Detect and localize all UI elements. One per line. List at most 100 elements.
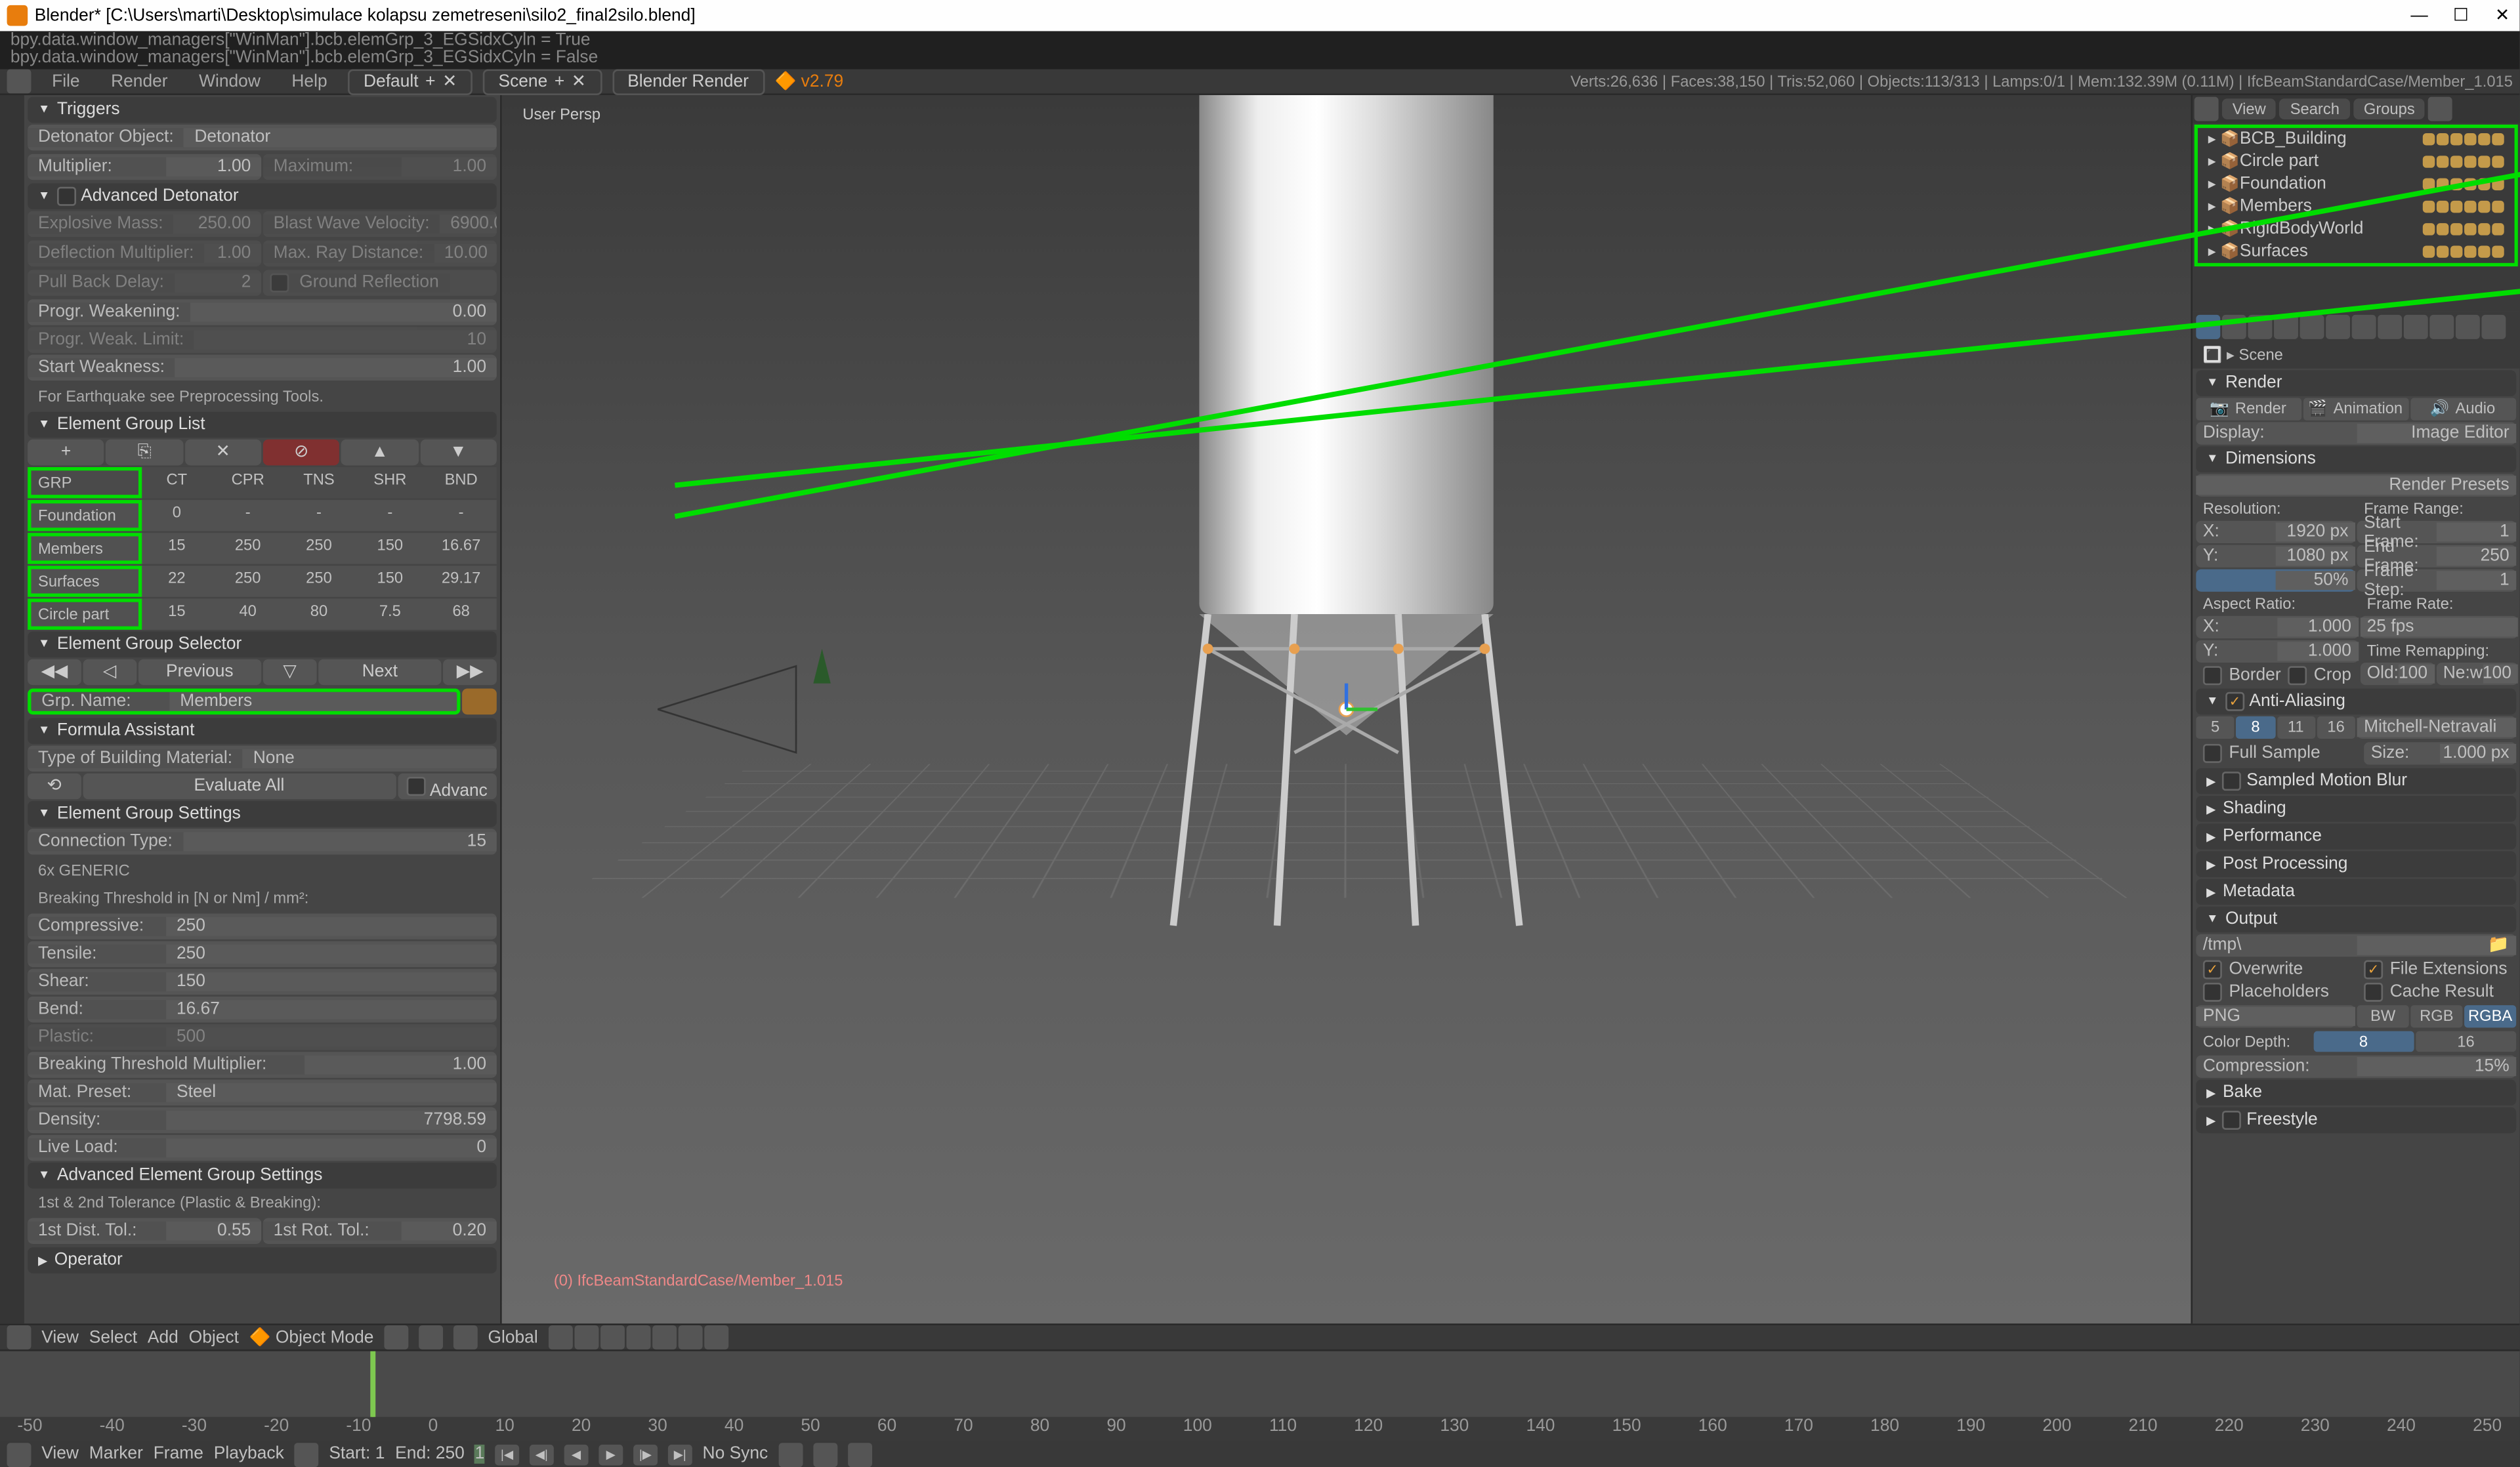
egl-row[interactable]: Members1525025015016.67 <box>28 533 497 564</box>
render-button[interactable]: 📷 Render <box>2196 398 2301 421</box>
egl-row[interactable]: Circle part1540807.568 <box>28 598 497 629</box>
menu-file[interactable]: File <box>41 72 90 91</box>
play-reverse-button[interactable]: ◀ <box>564 1444 589 1465</box>
material-type-dropdown[interactable]: None <box>243 749 497 768</box>
egl-clear-button[interactable]: ⊘ <box>263 440 340 466</box>
tab-physics[interactable] <box>2481 315 2506 339</box>
adv-det-checkbox[interactable] <box>57 187 76 206</box>
outliner-filter-icon[interactable] <box>2429 97 2453 121</box>
display-dropdown[interactable]: Image Editor <box>2356 424 2516 443</box>
outliner-item[interactable]: ▸ 📦 Circle part <box>2201 150 2511 173</box>
conn-type-field[interactable]: 15 <box>183 832 497 851</box>
jump-end-button[interactable]: ▶| <box>668 1444 692 1465</box>
outliner-view-menu[interactable]: View <box>2222 98 2277 119</box>
bend-field[interactable]: 16.67 <box>166 1000 497 1019</box>
timeline-editor-icon[interactable] <box>7 1442 32 1466</box>
keyframe-next-button[interactable]: |▶ <box>633 1444 658 1465</box>
outliner-display-dropdown[interactable]: Groups <box>2353 98 2425 119</box>
mat-preset-dropdown[interactable]: Steel <box>166 1083 497 1102</box>
egs-next-button[interactable]: Next <box>318 659 442 686</box>
layout-dropdown[interactable]: Default + ✕ <box>348 68 472 94</box>
outliner-editor-icon[interactable] <box>2194 97 2219 121</box>
tab-constraints[interactable] <box>2326 315 2350 339</box>
formula-header[interactable]: Formula Assistant <box>28 718 497 744</box>
egl-copy-button[interactable]: ⎘ <box>106 440 183 466</box>
timeline-cursor[interactable] <box>372 1351 374 1416</box>
editor-type-icon[interactable] <box>7 69 32 93</box>
fps-dropdown[interactable]: 25 fps <box>2360 617 2518 636</box>
menu-render[interactable]: Render <box>100 72 178 91</box>
grp-name-field[interactable]: Members <box>169 692 457 711</box>
outliner-item[interactable]: ▸ 📦 Surfaces <box>2201 241 2511 263</box>
audio-button[interactable]: 🔊 Audio <box>2410 398 2516 421</box>
start-weakness-field[interactable]: 1.00 <box>175 358 497 377</box>
tab-object[interactable] <box>2300 315 2324 339</box>
menu-help[interactable]: Help <box>282 72 338 91</box>
tab-data[interactable] <box>2378 315 2402 339</box>
minimize-button[interactable]: — <box>2409 5 2430 26</box>
outliner-item[interactable]: ▸ 📦 RigidBodyWorld <box>2201 218 2511 240</box>
tab-particles[interactable] <box>2456 315 2480 339</box>
res-pct-slider[interactable]: 50% <box>2276 571 2355 590</box>
progr-weakening-field[interactable]: 0.00 <box>190 302 497 321</box>
frame-step-field[interactable]: 1 <box>2437 571 2516 590</box>
egs-previous-button[interactable]: Previous <box>138 659 261 686</box>
left-tab-strip[interactable] <box>0 95 24 1323</box>
engine-dropdown[interactable]: Blender Render <box>612 68 764 94</box>
rot-tol-field[interactable]: 0.20 <box>402 1222 497 1241</box>
egl-up-button[interactable]: ▲ <box>341 440 418 466</box>
maximize-button[interactable]: ☐ <box>2450 5 2471 26</box>
3d-viewport[interactable]: User Persp (0) IfcBeamStandardCase/Membe… <box>502 95 2191 1323</box>
egl-add-button[interactable]: + <box>28 440 104 466</box>
plus-icon[interactable]: + <box>555 72 564 91</box>
timeline-track[interactable] <box>0 1351 2519 1416</box>
mode-dropdown[interactable]: 🔶 Object Mode <box>249 1328 374 1347</box>
tl-start-field[interactable]: 1 <box>375 1445 385 1464</box>
adv-detonator-header[interactable]: Advanced Detonator <box>28 184 497 210</box>
plus-icon[interactable]: + <box>425 72 435 91</box>
res-y-field[interactable]: 1080 px <box>2276 547 2355 566</box>
play-button[interactable]: ▶ <box>598 1444 623 1465</box>
egset-header[interactable]: Element Group Settings <box>28 801 497 827</box>
advanc-button[interactable]: Advanc <box>398 774 497 800</box>
compression-slider[interactable]: 15% <box>2356 1057 2516 1076</box>
outliner-search-menu[interactable]: Search <box>2280 98 2350 119</box>
viewport-editor-icon[interactable] <box>7 1325 32 1350</box>
grp-name-action-button[interactable] <box>462 689 497 715</box>
outliner-item[interactable]: ▸ 📦 BCB_Building <box>2201 128 2511 150</box>
aegs-header[interactable]: Advanced Element Group Settings <box>28 1163 497 1189</box>
jump-start-button[interactable]: |◀ <box>495 1444 519 1465</box>
btm-field[interactable]: 1.00 <box>304 1056 497 1075</box>
animation-button[interactable]: 🎬 Animation <box>2303 398 2409 421</box>
formula-eval-icon[interactable]: ⟲ <box>28 774 81 800</box>
sync-dropdown[interactable]: No Sync <box>703 1445 768 1464</box>
compressive-field[interactable]: 250 <box>166 917 497 936</box>
start-frame-field[interactable]: 1 <box>2437 522 2516 541</box>
output-path-field[interactable]: /tmp\ <box>2196 936 2356 955</box>
close-button[interactable]: ✕ <box>2492 5 2513 26</box>
egs-prev-icon-button[interactable]: ◁ <box>83 659 136 686</box>
tensile-field[interactable]: 250 <box>166 945 497 964</box>
aa-filter-dropdown[interactable]: Mitchell-Netravali <box>2357 718 2517 737</box>
detonator-field[interactable]: Detonator <box>184 128 497 147</box>
egs-header[interactable]: Element Group Selector <box>28 632 497 658</box>
egl-row[interactable]: Foundation0---- <box>28 500 497 531</box>
evaluate-all-button[interactable]: Evaluate All <box>83 774 396 800</box>
egs-last-button[interactable]: ▶▶ <box>443 659 496 686</box>
density-field[interactable]: 7798.59 <box>166 1111 497 1130</box>
egl-down-button[interactable]: ▼ <box>420 440 497 466</box>
egs-dropdown-button[interactable]: ▽ <box>263 659 316 686</box>
format-dropdown[interactable]: PNG <box>2196 1007 2355 1026</box>
shear-field[interactable]: 150 <box>166 972 497 991</box>
tab-modifiers[interactable] <box>2352 315 2376 339</box>
tab-material[interactable] <box>2404 315 2428 339</box>
egl-header[interactable]: Element Group List <box>28 412 497 438</box>
triggers-header[interactable]: Triggers <box>28 97 497 123</box>
end-frame-field[interactable]: 250 <box>2437 547 2516 566</box>
menu-window[interactable]: Window <box>188 72 270 91</box>
tab-texture[interactable] <box>2429 315 2454 339</box>
tl-current-field[interactable]: 1 <box>475 1445 485 1464</box>
egs-first-button[interactable]: ◀◀ <box>28 659 81 686</box>
live-load-field[interactable]: 0 <box>166 1138 497 1157</box>
dist-tol-field[interactable]: 0.55 <box>166 1222 261 1241</box>
